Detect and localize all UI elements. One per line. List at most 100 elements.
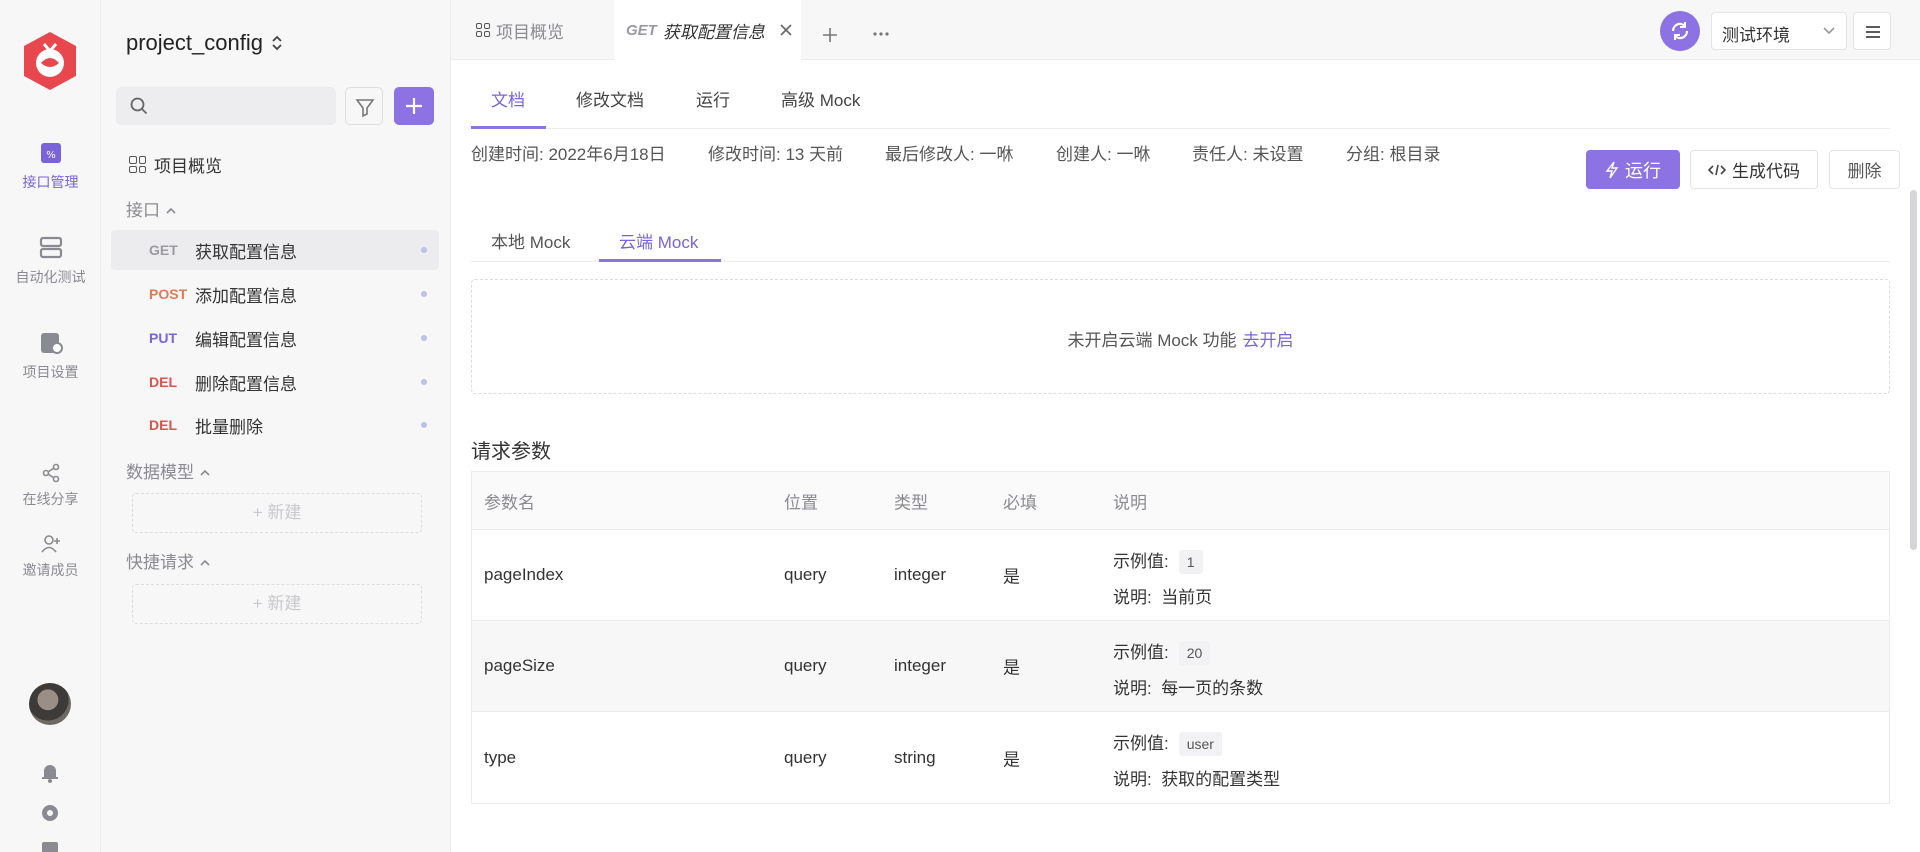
close-icon[interactable] xyxy=(779,23,793,37)
desc-label: 说明: xyxy=(1113,588,1152,607)
sidebar-item-delete-config[interactable]: DEL 删除配置信息 xyxy=(111,362,439,402)
api-name: 编辑配置信息 xyxy=(195,330,297,350)
section-header-models[interactable]: 数据模型 xyxy=(126,458,211,483)
status-dot xyxy=(421,247,427,253)
section-title: 数据模型 xyxy=(126,463,194,482)
table-row: pageSize query integer 是 示例值: 20 说明: 每一页的… xyxy=(472,621,1889,712)
plus-icon xyxy=(406,98,422,114)
meta-modified-time: 修改时间: 13 天前 xyxy=(708,145,844,164)
sidebar-item-edit-config[interactable]: PUT 编辑配置信息 xyxy=(111,318,439,358)
table-row: pageIndex query integer 是 示例值: 1 说明: 当前页 xyxy=(472,530,1889,621)
meta-last-modifier: 最后修改人: 一咻 xyxy=(885,145,1014,164)
mock-active-tab-indicator xyxy=(599,259,721,262)
more-icon[interactable] xyxy=(872,31,890,37)
enable-cloud-mock-link[interactable]: 去开启 xyxy=(1243,331,1294,350)
param-name: type xyxy=(484,747,517,767)
run-label: 运行 xyxy=(1625,160,1661,181)
sync-icon xyxy=(1671,22,1689,40)
param-description: 示例值: 20 说明: 每一页的条数 xyxy=(1113,635,1263,707)
section-header-quick[interactable]: 快捷请求 xyxy=(126,548,211,573)
new-quick-request-button[interactable]: + 新建 xyxy=(132,584,422,624)
param-location: query xyxy=(784,565,827,584)
chevron-down-icon xyxy=(1823,27,1835,35)
new-tab-plus-icon[interactable] xyxy=(821,26,839,44)
tab-run[interactable]: 运行 xyxy=(696,86,730,111)
sidebar-item-overview[interactable]: 项目概览 xyxy=(129,152,222,177)
api-name: 获取配置信息 xyxy=(195,242,297,262)
method-badge: PUT xyxy=(149,330,177,346)
rail-item-label: 项目设置 xyxy=(22,364,79,380)
search-icon xyxy=(130,97,148,115)
menu-button[interactable] xyxy=(1853,12,1891,50)
section-title: 接口 xyxy=(126,201,160,220)
tab-edit-doc[interactable]: 修改文档 xyxy=(576,86,644,111)
add-api-button[interactable] xyxy=(394,87,434,125)
rail-item-api-management[interactable]: % 接口管理 xyxy=(0,140,101,192)
example-value: 20 xyxy=(1178,641,1211,665)
avatar[interactable] xyxy=(29,683,71,725)
tab-local-mock[interactable]: 本地 Mock xyxy=(491,228,570,253)
chevron-up-icon xyxy=(200,469,210,476)
app-logo-icon[interactable] xyxy=(21,30,79,92)
grid-icon xyxy=(476,23,490,37)
meta-created-time: 创建时间: 2022年6月18日 xyxy=(471,145,666,164)
tab-project-overview[interactable]: 项目概览 xyxy=(475,0,610,60)
env-sync-button[interactable] xyxy=(1660,11,1700,51)
tab-advanced-mock[interactable]: 高级 Mock xyxy=(781,86,860,111)
example-label: 示例值: xyxy=(1113,552,1169,571)
rail-item-automation[interactable]: 自动化测试 xyxy=(0,235,101,287)
method-badge: DEL xyxy=(149,417,177,433)
method-badge: POST xyxy=(149,286,188,302)
rail-item-share[interactable]: 在线分享 xyxy=(0,463,101,509)
section-header-api[interactable]: 接口 xyxy=(126,196,177,221)
param-description: 示例值: 1 说明: 当前页 xyxy=(1113,544,1212,616)
param-required: 是 xyxy=(1003,750,1020,769)
new-model-button[interactable]: + 新建 xyxy=(132,493,422,533)
section-title: 快捷请求 xyxy=(126,553,194,572)
settings-doc-icon xyxy=(40,333,63,354)
example-label: 示例值: xyxy=(1113,643,1169,662)
desc-label: 说明: xyxy=(1113,770,1152,789)
project-switcher[interactable]: project_config xyxy=(126,30,283,56)
tab-method: GET xyxy=(626,21,657,39)
bell-icon[interactable] xyxy=(38,760,62,784)
project-name: project_config xyxy=(126,30,263,55)
new-label: 新建 xyxy=(267,503,302,522)
sidebar-item-batch-delete[interactable]: DEL 批量删除 xyxy=(111,405,439,445)
run-button[interactable]: 运行 xyxy=(1586,150,1680,189)
new-label: 新建 xyxy=(267,594,302,613)
rail-item-label: 接口管理 xyxy=(22,174,79,190)
param-name: pageIndex xyxy=(484,565,564,584)
search-input[interactable] xyxy=(116,87,336,125)
tab-get-config[interactable]: GET 获取配置信息 xyxy=(614,0,801,60)
delete-button[interactable]: 删除 xyxy=(1829,150,1900,189)
rail-item-project-settings[interactable]: 项目设置 xyxy=(0,330,101,382)
sidebar-item-add-config[interactable]: POST 添加配置信息 xyxy=(111,274,439,314)
sidebar-item-get-config[interactable]: GET 获取配置信息 xyxy=(111,230,439,270)
filter-button[interactable] xyxy=(345,87,383,125)
download-icon[interactable] xyxy=(38,840,62,852)
param-type: integer xyxy=(894,656,946,675)
code-icon xyxy=(1708,164,1726,175)
generate-code-label: 生成代码 xyxy=(1732,162,1800,181)
param-location: query xyxy=(784,656,827,675)
tabs-divider xyxy=(471,128,1890,129)
desc-value: 每一页的条数 xyxy=(1161,679,1264,698)
gear-icon[interactable] xyxy=(38,801,62,825)
example-value: user xyxy=(1178,732,1222,756)
tab-label: 获取配置信息 xyxy=(662,22,765,42)
tab-doc[interactable]: 文档 xyxy=(491,86,525,111)
active-tab-indicator xyxy=(471,126,546,129)
sidebar-item-label: 项目概览 xyxy=(154,157,222,176)
meta-group: 分组: 根目录 xyxy=(1346,145,1441,164)
add-user-icon xyxy=(40,535,60,553)
environment-select[interactable]: 测试环境 xyxy=(1711,12,1847,50)
param-type: string xyxy=(894,747,936,767)
generate-code-button[interactable]: 生成代码 xyxy=(1690,150,1818,189)
header-description: 说明 xyxy=(1113,493,1147,512)
request-params-title: 请求参数 xyxy=(471,441,551,463)
method-badge: DEL xyxy=(149,374,177,390)
content-scrollbar[interactable] xyxy=(1910,190,1917,550)
tab-cloud-mock[interactable]: 云端 Mock xyxy=(619,228,698,253)
rail-item-invite[interactable]: 邀请成员 xyxy=(0,534,101,580)
